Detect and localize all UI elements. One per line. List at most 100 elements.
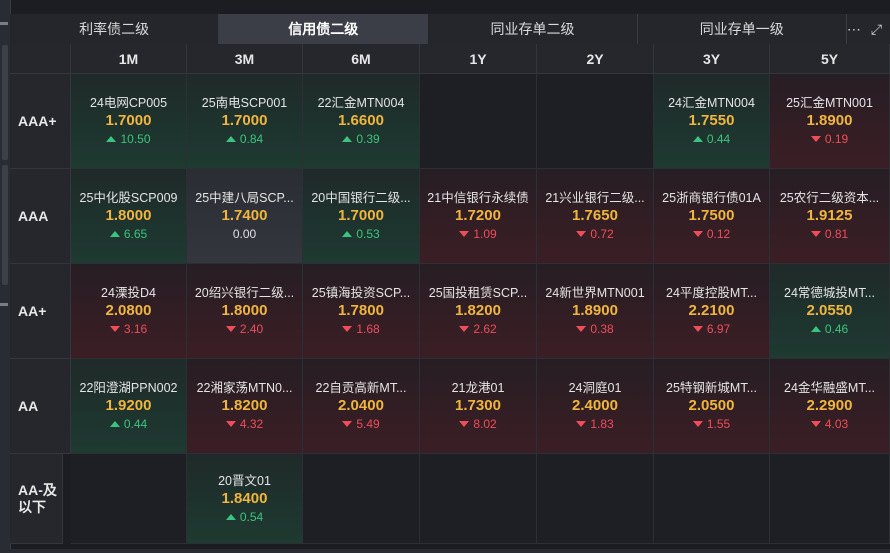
strip-marker (0, 22, 8, 25)
yield-change: 0.46 (810, 321, 848, 337)
bond-quote-cell[interactable]: 24电网CP005 1.7000 10.50 (71, 74, 187, 169)
bond-quote-cell[interactable]: 21中信银行永续债 1.7200 1.09 (420, 169, 537, 264)
arrow-down-icon (576, 231, 587, 237)
bond-quote-cell[interactable]: 25中建八局SCP... 1.7400 0.00 (187, 169, 303, 264)
bond-yield: 2.2100 (688, 302, 735, 319)
column-header[interactable]: 6M (303, 44, 420, 74)
empty-cell[interactable] (420, 454, 537, 544)
arrow-down-icon (576, 326, 587, 332)
bond-quote-cell[interactable]: 20绍兴银行二级... 1.8000 2.40 (187, 264, 303, 359)
bond-yield: 1.8200 (455, 302, 501, 319)
bond-quote-cell[interactable]: 25中化股SCP009 1.8000 6.65 (71, 169, 187, 264)
column-header[interactable]: 1Y (420, 44, 537, 74)
bond-name: 24汇金MTN004 (668, 96, 755, 110)
category-tab-bar: 利率债二级 信用债二级 同业存单二级 同业存单一级 ⋯ ⤢ (10, 14, 890, 45)
arrow-up-icon (692, 136, 703, 142)
bond-yield: 1.7300 (455, 397, 501, 414)
change-value: 0.12 (706, 227, 731, 241)
bond-name: 25浙商银行债01A (662, 191, 761, 205)
bond-quote-cell[interactable]: 24洞庭01 2.4000 1.83 (537, 359, 654, 454)
column-header[interactable]: 2Y (537, 44, 654, 74)
bond-yield: 1.6600 (338, 112, 384, 129)
yield-change: 0.84 (225, 131, 263, 147)
change-value: 6.97 (706, 322, 731, 336)
column-header[interactable]: 1M (71, 44, 187, 74)
bond-name: 25国投租赁SCP... (428, 286, 528, 300)
empty-cell[interactable] (537, 454, 654, 544)
change-value: 1.68 (356, 322, 380, 336)
bond-yield: 1.7400 (221, 207, 268, 224)
bond-quote-cell[interactable]: 25农行二级资本... 1.9125 0.81 (770, 169, 890, 264)
empty-cell[interactable] (770, 454, 890, 544)
arrow-down-icon (810, 231, 821, 237)
bond-quote-cell[interactable]: 21兴业银行二级... 1.7650 0.72 (537, 169, 654, 264)
bond-quote-cell[interactable]: 24汇金MTN004 1.7550 0.44 (654, 74, 770, 169)
bond-yield: 2.0500 (688, 397, 735, 414)
bond-quote-cell[interactable]: 22自贡高新MT... 2.0400 5.49 (303, 359, 420, 454)
bond-yield: 1.7000 (105, 112, 152, 129)
tab-ncd-primary[interactable]: 同业存单一级 (638, 14, 847, 44)
column-header[interactable]: 5Y (770, 44, 890, 74)
bond-quote-cell[interactable]: 24新世界MTN001 1.8900 0.38 (537, 264, 654, 359)
bond-yield: 1.7000 (338, 207, 384, 224)
tab-credit-bond-secondary[interactable]: 信用债二级 (219, 14, 429, 44)
bond-quote-cell[interactable]: 25国投租赁SCP... 1.8200 2.62 (420, 264, 537, 359)
empty-cell[interactable] (654, 454, 770, 544)
bond-quote-cell[interactable]: 21龙港01 1.7300 8.02 (420, 359, 537, 454)
change-value: 0.72 (590, 227, 614, 241)
bond-quote-cell[interactable]: 25浙商银行债01A 1.7500 0.12 (654, 169, 770, 264)
strip-scroll-segment[interactable] (2, 45, 8, 160)
yield-change: 3.16 (109, 321, 147, 337)
bond-quote-cell[interactable]: 22阳澄湖PPN002 1.9200 0.44 (71, 359, 187, 454)
change-value: 0.39 (356, 132, 380, 146)
arrow-down-icon (692, 326, 703, 332)
bond-yield: 1.8000 (105, 207, 152, 224)
empty-cell[interactable] (420, 74, 537, 169)
column-header[interactable]: 3Y (654, 44, 770, 74)
bond-yield: 1.9200 (105, 397, 152, 414)
yield-change: 1.68 (342, 321, 380, 337)
column-header[interactable]: 3M (187, 44, 303, 74)
arrow-down-icon (810, 136, 821, 142)
more-icon[interactable]: ⋯ (847, 21, 861, 38)
bond-quote-cell[interactable]: 20晋文01 1.8400 0.54 (187, 454, 303, 544)
yield-change: 1.55 (692, 416, 730, 432)
bond-name: 24常德城投MT... (784, 286, 875, 300)
bond-yield: 1.7000 (221, 112, 268, 129)
bond-quote-cell[interactable]: 24平度控股MT... 2.2100 6.97 (654, 264, 770, 359)
change-value: 5.49 (356, 417, 380, 431)
bond-quote-cell[interactable]: 22汇金MTN004 1.6600 0.39 (303, 74, 420, 169)
change-value: 0.53 (356, 227, 380, 241)
bond-quote-cell[interactable]: 25汇金MTN001 1.8900 0.19 (770, 74, 890, 169)
bond-quote-cell[interactable]: 20中国银行二级... 1.7000 0.53 (303, 169, 420, 264)
empty-cell[interactable] (71, 454, 187, 544)
bond-yield: 1.8200 (221, 397, 268, 414)
strip-scroll-segment[interactable] (2, 165, 8, 285)
tab-rate-bond-secondary[interactable]: 利率债二级 (10, 14, 220, 44)
bond-yield: 1.9125 (806, 207, 853, 224)
rating-row-label: AA+ (10, 264, 71, 359)
bond-quote-cell[interactable]: 25南电SCP001 1.7000 0.84 (187, 74, 303, 169)
empty-cell[interactable] (537, 74, 654, 169)
tab-tools: ⋯ ⤢ (847, 14, 890, 44)
bond-yield: 1.7500 (688, 207, 735, 224)
yield-change: 0.72 (576, 226, 614, 242)
bond-name: 22湘家荡MTN0... (196, 381, 293, 395)
empty-cell[interactable] (303, 454, 420, 544)
tab-ncd-secondary[interactable]: 同业存单二级 (428, 14, 638, 44)
arrow-up-icon (810, 326, 821, 332)
bond-quote-cell[interactable]: 24金华融盛MT... 2.2900 4.03 (770, 359, 890, 454)
bond-quote-cell[interactable]: 24常德城投MT... 2.0550 0.46 (770, 264, 890, 359)
yield-change: 1.09 (459, 226, 497, 242)
bond-quote-cell[interactable]: 25镇海投资SCP... 1.7800 1.68 (303, 264, 420, 359)
change-value: 0.19 (824, 132, 849, 146)
expand-icon[interactable]: ⤢ (871, 21, 882, 38)
bond-quote-cell[interactable]: 22湘家荡MTN0... 1.8200 4.32 (187, 359, 303, 454)
bond-quote-cell[interactable]: 25特钢新城MT... 2.0500 1.55 (654, 359, 770, 454)
arrow-up-icon (109, 421, 120, 427)
bond-name: 24金华融盛MT... (784, 381, 875, 395)
yield-change: 8.02 (459, 416, 497, 432)
bond-name: 25中建八局SCP... (195, 191, 294, 205)
bond-yield: 1.8900 (572, 302, 618, 319)
bond-quote-cell[interactable]: 24溧投D4 2.0800 3.16 (71, 264, 187, 359)
